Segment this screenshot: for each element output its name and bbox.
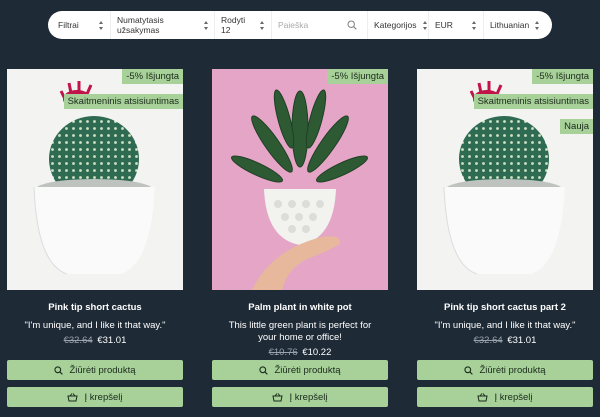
sort-select[interactable]: Numatytasis užsakymas <box>111 11 214 39</box>
search-placeholder: Paieška <box>278 20 309 30</box>
add-to-cart-label: Į krepšelį <box>84 391 123 403</box>
sort-label: Numatytasis užsakymas <box>117 15 164 35</box>
palm-plant-illustration <box>230 89 369 290</box>
digital-download-badge: Skaitmeninis atsisiuntimas <box>63 94 183 109</box>
old-price: €32.64 <box>473 335 503 346</box>
add-to-cart-button[interactable]: Į krepšelį <box>417 387 593 407</box>
product-description: "I'm unique, and I like it that way." <box>434 320 576 331</box>
view-product-button[interactable]: Žiūrėti produktą <box>417 360 593 380</box>
badge-stack: -5% Išjungta Skaitmeninis atsisiuntimas <box>63 69 183 109</box>
discount-badge: -5% Išjungta <box>122 69 183 84</box>
product-price: €32.64 €31.01 <box>7 335 183 346</box>
old-price: €10.76 <box>268 347 298 358</box>
product-card: -5% Išjungta Skaitmeninis atsisiuntimas … <box>7 69 183 407</box>
product-description: This little green plant is perfect for y… <box>228 320 372 343</box>
filter-toolbar: Filtrai Numatytasis užsakymas Rodyti 12 … <box>48 11 552 39</box>
product-title[interactable]: Pink tip short cactus part 2 <box>417 302 593 313</box>
add-to-cart-label: Į krepšelį <box>494 391 533 403</box>
search-icon <box>259 365 269 375</box>
language-label: Lithuanian <box>490 20 530 30</box>
badge-stack: -5% Išjungta <box>327 69 388 84</box>
language-select[interactable]: Lithuanian <box>484 11 546 39</box>
digital-download-badge: Skaitmeninis atsisiuntimas <box>473 94 593 109</box>
product-title[interactable]: Palm plant in white pot <box>212 302 388 313</box>
categories-select[interactable]: Kategorijos <box>368 11 428 39</box>
badge-stack: -5% Išjungta Skaitmeninis atsisiuntimas … <box>473 69 593 134</box>
basket-icon <box>67 392 79 401</box>
view-product-label: Žiūrėti produktą <box>479 364 546 376</box>
search-icon <box>54 365 64 375</box>
filters-select[interactable]: Filtrai <box>52 11 110 39</box>
product-image[interactable]: -5% Išjungta Skaitmeninis atsisiuntimas … <box>417 69 593 290</box>
select-arrows-icon <box>260 20 265 30</box>
select-arrows-icon <box>535 20 540 30</box>
product-image[interactable]: -5% Išjungta <box>212 69 388 290</box>
add-to-cart-button[interactable]: Į krepšelį <box>7 387 183 407</box>
product-card: -5% Išjungta Skaitmeninis atsisiuntimas … <box>417 69 593 407</box>
discount-badge: -5% Išjungta <box>532 69 593 84</box>
view-product-label: Žiūrėti produktą <box>69 364 136 376</box>
currency-select[interactable]: EUR <box>429 11 483 39</box>
categories-label: Kategorijos <box>374 20 417 30</box>
current-price: €31.01 <box>97 335 127 346</box>
view-product-button[interactable]: Žiūrėti produktą <box>212 360 388 380</box>
product-image[interactable]: -5% Išjungta Skaitmeninis atsisiuntimas <box>7 69 183 290</box>
select-arrows-icon <box>203 20 208 30</box>
search-input[interactable]: Paieška <box>272 11 367 39</box>
add-to-cart-label: Į krepšelį <box>289 391 328 403</box>
show-count-label: Rodyti 12 <box>221 15 246 35</box>
search-icon <box>464 365 474 375</box>
show-count-select[interactable]: Rodyti 12 <box>215 11 271 39</box>
product-title[interactable]: Pink tip short cactus <box>7 302 183 313</box>
basket-icon <box>272 392 284 401</box>
add-to-cart-button[interactable]: Į krepšelį <box>212 387 388 407</box>
old-price: €32.64 <box>63 335 93 346</box>
view-product-label: Žiūrėti produktą <box>274 364 341 376</box>
product-card: -5% Išjungta Palm plant in white pot Thi… <box>212 69 388 407</box>
product-price: €32.64 €31.01 <box>417 335 593 346</box>
product-description: "I'm unique, and I like it that way." <box>24 320 166 331</box>
select-arrows-icon <box>472 20 477 30</box>
new-badge: Nauja <box>560 119 593 134</box>
view-product-button[interactable]: Žiūrėti produktą <box>7 360 183 380</box>
current-price: €10.22 <box>302 347 332 358</box>
basket-icon <box>477 392 489 401</box>
select-arrows-icon <box>99 20 104 30</box>
discount-badge: -5% Išjungta <box>327 69 388 84</box>
current-price: €31.01 <box>507 335 537 346</box>
currency-label: EUR <box>435 20 453 30</box>
product-price: €10.76 €10.22 <box>212 347 388 358</box>
filters-label: Filtrai <box>58 20 79 30</box>
search-icon[interactable] <box>343 16 361 34</box>
